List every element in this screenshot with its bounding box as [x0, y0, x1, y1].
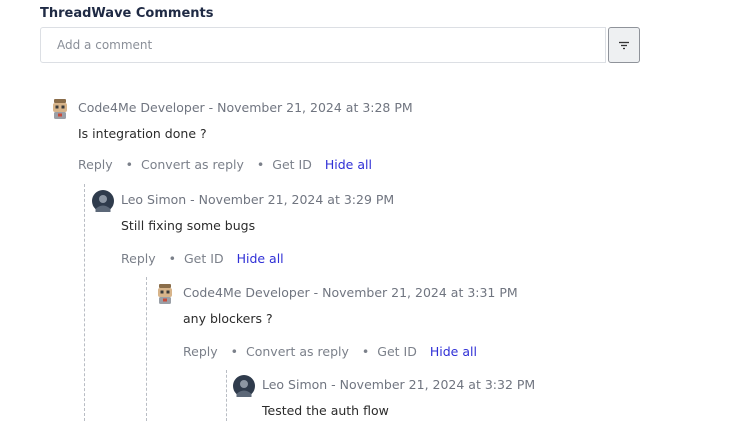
- comment-meta: Leo Simon - November 21, 2024 at 3:32 PM: [262, 377, 536, 392]
- filter-icon: [619, 41, 629, 49]
- thread-line-level-3: [226, 370, 227, 421]
- app-title: ThreadWave Comments: [40, 6, 214, 21]
- comment-meta: Code4Me Developer - November 21, 2024 at…: [78, 100, 413, 115]
- comment-actions: Reply • Get ID Hide all: [121, 251, 284, 266]
- robot-avatar-icon: [53, 99, 67, 119]
- comment-item: Code4Me Developer - November 21, 2024 at…: [158, 284, 518, 359]
- reply-link[interactable]: Reply: [183, 344, 218, 359]
- get-id-link[interactable]: Get ID: [184, 251, 224, 266]
- separator-dot: •: [125, 157, 133, 172]
- comment-text: Still fixing some bugs: [121, 218, 256, 233]
- separator-dot: •: [361, 344, 370, 359]
- comment-actions: Reply • Convert as reply • Get ID Hide all: [78, 157, 372, 172]
- comment-item: Leo Simon - November 21, 2024 at 3:29 PM…: [92, 190, 395, 266]
- comment-item: Leo Simon - November 21, 2024 at 3:32 PM…: [233, 375, 536, 418]
- robot-avatar-icon: [158, 284, 172, 304]
- separator-dot: •: [230, 344, 238, 359]
- reply-link[interactable]: Reply: [78, 157, 113, 172]
- reply-link[interactable]: Reply: [121, 251, 156, 266]
- comment-actions: Reply • Convert as reply • Get ID Hide all: [183, 344, 477, 359]
- comment-text: any blockers ?: [183, 311, 273, 326]
- get-id-link[interactable]: Get ID: [272, 157, 312, 172]
- thread-line-level-1: [84, 184, 85, 421]
- separator-dot: •: [256, 157, 265, 172]
- user-photo-avatar-icon: [233, 375, 255, 397]
- filter-button[interactable]: [608, 27, 640, 63]
- comment-text: Is integration done ?: [78, 126, 207, 141]
- get-id-link[interactable]: Get ID: [377, 344, 417, 359]
- thread-line-level-2: [146, 277, 147, 421]
- user-photo-avatar-icon: [92, 190, 114, 212]
- convert-as-reply-link[interactable]: Convert as reply: [246, 344, 349, 359]
- comment-text: Tested the auth flow: [262, 403, 389, 418]
- comment-item: Code4Me Developer - November 21, 2024 at…: [53, 99, 413, 172]
- separator-dot: •: [168, 251, 176, 266]
- comment-meta: Leo Simon - November 21, 2024 at 3:29 PM: [121, 192, 395, 207]
- hide-all-link[interactable]: Hide all: [325, 157, 372, 172]
- hide-all-link[interactable]: Hide all: [237, 251, 284, 266]
- comment-input[interactable]: [40, 27, 606, 63]
- comment-meta: Code4Me Developer - November 21, 2024 at…: [183, 285, 518, 300]
- hide-all-link[interactable]: Hide all: [430, 344, 477, 359]
- convert-as-reply-link[interactable]: Convert as reply: [141, 157, 244, 172]
